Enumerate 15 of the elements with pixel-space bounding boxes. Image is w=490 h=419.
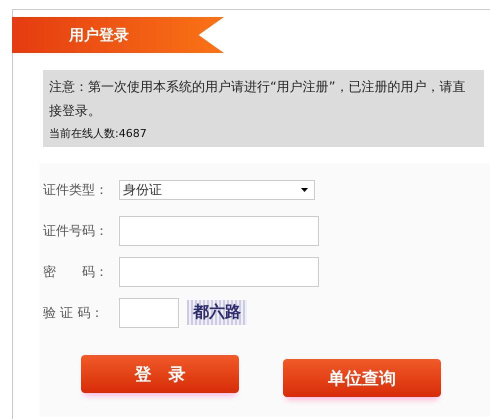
caret-icon — [301, 188, 308, 192]
online-count: 当前在线人数:4687 — [49, 126, 148, 141]
captcha-field[interactable] — [119, 298, 179, 328]
field-label: 证件号码： — [43, 222, 109, 240]
input-field[interactable] — [119, 256, 319, 286]
captcha-image: 都六路 — [187, 300, 247, 325]
submit-button[interactable]: 登 录 — [81, 355, 239, 393]
id-type-select[interactable]: 身份证 — [119, 180, 315, 200]
notice-text: 注意：第一次使用本系统的用户请进行“用户注册”，已注册的用户，请直接登录。 — [49, 79, 466, 121]
panel-title: 用户登录 — [69, 26, 129, 44]
field-label: 密 码： — [43, 264, 109, 280]
field-label: 证件类型： — [43, 182, 109, 198]
input-field[interactable] — [119, 216, 319, 246]
field-label: 验 证 码： — [43, 304, 104, 322]
submit-button[interactable]: 单位查询 — [283, 359, 441, 397]
